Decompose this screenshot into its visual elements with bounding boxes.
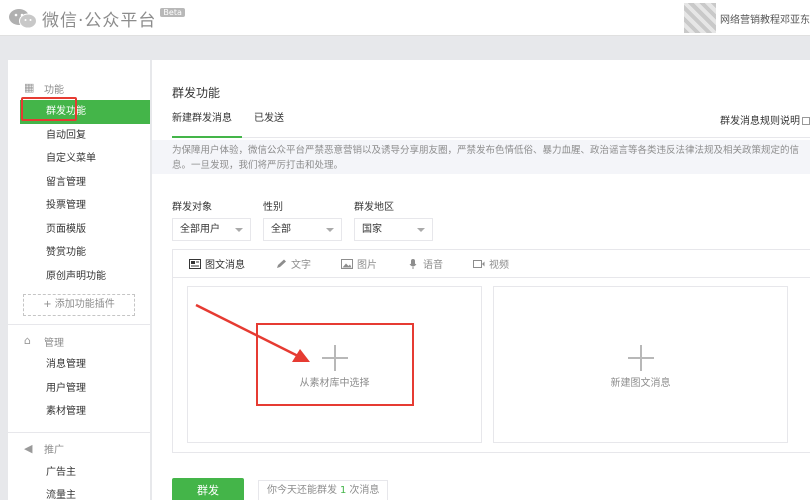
filter-region: 群发地区 国家 xyxy=(354,198,433,241)
plus-icon xyxy=(321,345,348,371)
new-article-card[interactable]: 新建图文消息 xyxy=(493,286,788,443)
top-bar: 微信·公众平台 Beta 网络营销教程邓亚东 xyxy=(0,0,810,36)
media-tab-label: 视频 xyxy=(489,260,509,271)
quota-info: 你今天还能群发 1 次消息 xyxy=(258,480,389,500)
gender-select[interactable]: 全部 xyxy=(263,218,342,241)
notice-text: 息。一旦发现，我们将严厉打击和处理。 xyxy=(172,160,344,171)
media-tab-article[interactable]: 图文消息 xyxy=(189,256,245,271)
chevron-down-icon xyxy=(417,228,425,232)
chevron-down-icon xyxy=(235,228,243,232)
main-panel: 群发功能 新建群发消息 已发送 群发消息规则说明 为保障用户体验，微信公众平台严… xyxy=(152,60,810,500)
sidebar-item-auto-reply[interactable]: 自动回复 xyxy=(8,124,150,148)
grid-icon: ▦ xyxy=(24,81,35,94)
image-icon xyxy=(341,258,353,269)
sidebar-item-publisher[interactable]: 流量主 xyxy=(8,484,150,500)
target-select[interactable]: 全部用户 xyxy=(172,218,251,241)
megaphone-icon: ◀ xyxy=(24,441,33,455)
sidebar-item-votes[interactable]: 投票管理 xyxy=(8,194,150,218)
media-tab-label: 文字 xyxy=(291,260,311,271)
page-title: 群发功能 xyxy=(172,86,221,100)
filter-label: 群发对象 xyxy=(172,202,212,213)
message-editor: 图文消息 文字 图片 语音 视频 从素材库中选择 新建图文消息 xyxy=(172,249,810,453)
wechat-logo[interactable]: 微信·公众平台 Beta xyxy=(8,6,185,31)
username[interactable]: 网络营销教程邓亚东 xyxy=(720,11,810,26)
tab-sent[interactable]: 已发送 xyxy=(254,112,284,138)
filter-label: 群发地区 xyxy=(354,202,394,213)
tab-bar: 新建群发消息 已发送 xyxy=(172,112,810,138)
card-label: 从素材库中选择 xyxy=(299,378,370,389)
beta-badge: Beta xyxy=(160,8,185,17)
external-link-icon xyxy=(802,117,810,125)
media-tab-text[interactable]: 文字 xyxy=(275,256,311,271)
filter-row: 群发对象 全部用户 性别 全部 群发地区 国家 xyxy=(172,198,445,241)
sidebar-group-promotion: ◀ 推广 xyxy=(8,437,150,461)
app-title: 微信·公众平台 xyxy=(42,11,157,31)
media-tab-image[interactable]: 图片 xyxy=(341,256,377,271)
sidebar-group-title: 功能 xyxy=(44,84,64,96)
notice-text: 为保障用户体验，微信公众平台严禁恶意营销以及诱导分享朋友圈，严禁发布色情低俗、暴… xyxy=(172,145,800,156)
select-value: 全部用户 xyxy=(180,224,220,235)
sidebar: ▦ 功能 群发功能 自动回复 自定义菜单 留言管理 投票管理 页面模版 赞赏功能… xyxy=(8,60,150,500)
sidebar-item-users[interactable]: 用户管理 xyxy=(8,377,150,401)
pencil-icon xyxy=(277,259,286,268)
select-value: 全部 xyxy=(271,224,291,235)
sidebar-item-page-templates[interactable]: 页面模版 xyxy=(8,218,150,242)
tab-new-mass-message[interactable]: 新建群发消息 xyxy=(172,112,242,138)
card-label: 新建图文消息 xyxy=(610,378,671,389)
wechat-icon xyxy=(9,8,37,28)
send-row: 群发 你今天还能群发 1 次消息 xyxy=(172,478,389,500)
article-icon xyxy=(189,258,201,269)
sidebar-group-title: 管理 xyxy=(44,337,64,349)
sidebar-item-custom-menu[interactable]: 自定义菜单 xyxy=(8,147,150,171)
sidebar-item-rewards[interactable]: 赞赏功能 xyxy=(8,241,150,265)
select-value: 国家 xyxy=(362,224,382,235)
quota-prefix: 你今天还能群发 xyxy=(267,485,337,496)
media-tab-label: 图片 xyxy=(357,260,377,271)
sidebar-item-messages[interactable]: 消息管理 xyxy=(8,353,150,377)
quota-suffix: 次消息 xyxy=(349,485,380,496)
sidebar-group-manage: ⌂ 管理 xyxy=(8,329,150,353)
filter-gender: 性别 全部 xyxy=(263,198,342,241)
sidebar-group-title: 推广 xyxy=(44,445,64,456)
chevron-down-icon xyxy=(326,228,334,232)
divider xyxy=(8,324,150,325)
filter-label: 性别 xyxy=(263,202,283,213)
media-tab-label: 语音 xyxy=(423,260,443,271)
region-select[interactable]: 国家 xyxy=(354,218,433,241)
avatar[interactable] xyxy=(684,3,716,33)
rules-link-label[interactable]: 群发消息规则说明 xyxy=(720,116,800,127)
rules-link[interactable]: 群发消息规则说明 xyxy=(720,112,810,127)
user-menu[interactable]: 网络营销教程邓亚东 xyxy=(684,0,810,36)
inbox-icon: ⌂ xyxy=(24,334,31,347)
media-tab-video[interactable]: 视频 xyxy=(473,256,509,271)
notice-banner: 为保障用户体验，微信公众平台严禁恶意营销以及诱导分享朋友圈，严禁发布色情低俗、暴… xyxy=(152,140,810,174)
divider xyxy=(8,431,150,433)
quota-count: 1 xyxy=(340,485,347,496)
select-from-library-card[interactable]: 从素材库中选择 xyxy=(187,286,482,443)
filter-target: 群发对象 全部用户 xyxy=(172,198,251,241)
sidebar-item-originality[interactable]: 原创声明功能 xyxy=(8,265,150,289)
content-cards: 从素材库中选择 新建图文消息 xyxy=(187,286,799,443)
sidebar-item-comments[interactable]: 留言管理 xyxy=(8,171,150,195)
plus-icon xyxy=(627,345,654,371)
sidebar-item-mass-send[interactable]: 群发功能 xyxy=(20,100,150,124)
add-plugin-button[interactable]: + 添加功能插件 xyxy=(23,294,135,316)
mass-send-button[interactable]: 群发 xyxy=(172,478,244,500)
sidebar-group-function: ▦ 功能 xyxy=(8,76,150,100)
media-tab-voice[interactable]: 语音 xyxy=(407,256,443,271)
sidebar-item-materials[interactable]: 素材管理 xyxy=(8,400,150,424)
video-icon xyxy=(473,259,485,268)
media-tab-label: 图文消息 xyxy=(205,260,245,271)
microphone-icon xyxy=(409,258,417,269)
media-type-tabs: 图文消息 文字 图片 语音 视频 xyxy=(173,250,810,278)
sidebar-item-advertiser[interactable]: 广告主 xyxy=(8,461,150,485)
